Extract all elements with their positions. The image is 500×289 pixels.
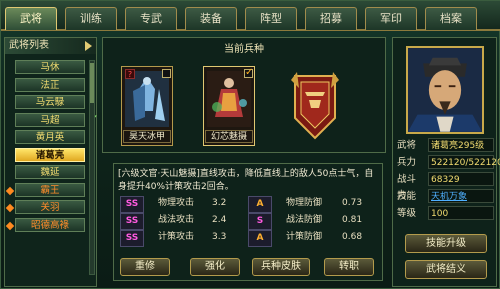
stat-row: SS 物理攻击 3.2 A 物理防御 0.73 — [118, 196, 380, 213]
general-name: 黄月英 — [35, 132, 65, 143]
info-row: 武将 诸葛亮295级 — [395, 138, 495, 154]
tab-training[interactable]: 训练 — [65, 7, 117, 30]
general-list-item[interactable]: 诸葛亮 — [15, 147, 85, 162]
zhuge-liang-portrait — [408, 48, 482, 132]
info-label: 等级 — [397, 208, 417, 219]
general-list-panel: 武将列表 马休法正马云騄马超✔ 黄月英诸葛亮魏延霸王关羽昭德高祿 — [4, 37, 98, 287]
tab-special-weapon[interactable]: 专武 — [125, 7, 177, 30]
job-change-button[interactable]: 转职 — [324, 258, 374, 276]
general-bond-button[interactable]: 武将结义 — [405, 260, 487, 279]
info-value: 100 — [428, 206, 494, 220]
soldier-card-label: 幻芯魅摄 — [205, 130, 253, 143]
tab-army-seal[interactable]: 军印 — [365, 7, 417, 30]
general-name: 昭德高祿 — [30, 219, 69, 231]
soldier-emblem-icon — [291, 72, 339, 140]
general-list-item[interactable]: 马云騄 — [15, 95, 85, 109]
tab-equipment[interactable]: 装备 — [185, 7, 237, 30]
stat-value: 0.73 — [342, 198, 363, 208]
soldier-card-label: 昊天冰甲 — [123, 130, 171, 143]
general-list-item[interactable]: 马超✔ — [15, 112, 98, 127]
stat-value: 0.81 — [342, 215, 363, 225]
current-soldier-title: 当前兵种 — [224, 44, 264, 55]
general-list: 马休法正马云騄马超✔ 黄月英诸葛亮魏延霸王关羽昭德高祿 — [5, 60, 98, 235]
info-row: 等级 100 — [395, 206, 495, 222]
soldier-emblem[interactable] — [289, 66, 341, 146]
soldier-card-2[interactable]: 幻芯魅摄 — [203, 66, 255, 146]
skill-upgrade-button[interactable]: 技能升级 — [405, 234, 487, 253]
info-label: 兵力 — [397, 157, 417, 168]
stat-grade: A — [248, 196, 272, 213]
general-name: 法正 — [40, 79, 60, 91]
stat-value: 0.68 — [342, 232, 363, 242]
general-list-item[interactable]: 黄月英 — [15, 130, 85, 144]
stat-row: SS 战法攻击 2.4 S 战法防御 0.81 — [118, 213, 380, 230]
soldier-stats-panel: [六级文官·天山魅摄]直线攻击，降低直线上的敌人50点士气，自身提升40%计策攻… — [113, 163, 383, 281]
diamond-marker-icon — [5, 203, 15, 213]
info-value: 522120/522120 — [428, 155, 500, 169]
general-name: 马休 — [40, 62, 60, 73]
game-window: 武将 训练 专武 装备 阵型 招募 军印 档案 武将列表 马休法正马云騄马超✔ 黄… — [0, 0, 500, 289]
general-list-item[interactable]: 关羽 — [5, 200, 85, 214]
tab-archive[interactable]: 档案 — [425, 7, 477, 30]
current-soldier-panel: 当前兵种 ? 昊天冰甲 幻芯魅摄 — [102, 37, 386, 153]
soldier-enchant-art — [207, 71, 251, 127]
stat-name: 物理攻击 — [158, 198, 195, 208]
info-value: 诸葛亮295级 — [428, 138, 494, 152]
stat-grade: SS — [120, 196, 144, 213]
stat-grade: S — [248, 213, 272, 230]
tab-formation[interactable]: 阵型 — [245, 7, 297, 30]
stat-name: 计策防御 — [286, 232, 323, 242]
general-info-panel: 武将 诸葛亮295级 兵力 522120/522120 战斗力 68329 技能 天机万象 等级… — [392, 37, 500, 287]
scroll-thumb[interactable] — [90, 63, 94, 103]
strengthen-button[interactable]: 强化 — [190, 258, 240, 276]
tab-bar: 武将 训练 专武 装备 阵型 招募 军印 档案 — [1, 1, 500, 31]
stat-value: 2.4 — [212, 215, 227, 225]
rebuild-button[interactable]: 重修 — [120, 258, 170, 276]
soldier-card-1[interactable]: ? 昊天冰甲 — [121, 66, 173, 146]
general-list-item[interactable]: 马休 — [15, 60, 85, 74]
general-name: 关羽 — [40, 202, 60, 213]
info-value: 68329 — [428, 172, 494, 186]
stat-row: SS 计策攻击 3.3 A 计策防御 0.68 — [118, 230, 380, 247]
general-name: 魏延 — [40, 167, 60, 178]
stat-grade: SS — [120, 230, 144, 247]
info-row: 兵力 522120/522120 — [395, 155, 500, 171]
diamond-marker-icon — [5, 221, 15, 230]
general-list-item[interactable]: 法正 — [15, 77, 85, 92]
stat-grade: A — [248, 230, 272, 247]
general-list-item[interactable]: 昭德高祿 — [5, 217, 85, 232]
stat-name: 战法攻击 — [158, 215, 195, 225]
skill-description: [六级文官·天山魅摄]直线攻击，降低直线上的敌人50点士气，自身提升40%计策攻… — [118, 169, 374, 192]
general-name: 霸王 — [40, 184, 60, 196]
tab-generals[interactable]: 武将 — [5, 7, 57, 30]
general-name: 诸葛亮 — [35, 149, 65, 161]
stat-value: 3.3 — [212, 232, 227, 242]
general-list-item[interactable]: 魏延 — [15, 165, 85, 179]
general-list-item[interactable]: 霸王 — [5, 182, 85, 197]
stat-value: 3.2 — [212, 198, 227, 208]
tab-recruit[interactable]: 招募 — [305, 7, 357, 30]
diamond-marker-icon — [5, 186, 15, 195]
stat-grade: SS — [120, 213, 144, 230]
info-value[interactable]: 天机万象 — [428, 189, 494, 203]
select-checkbox-2[interactable] — [244, 67, 253, 78]
info-row: 技能 天机万象 — [395, 189, 495, 205]
info-label: 武将 — [397, 140, 417, 151]
stat-name: 计策攻击 — [158, 232, 195, 242]
info-label: 技能 — [397, 191, 417, 202]
soldier-skin-button[interactable]: 兵种皮肤 — [252, 258, 310, 276]
general-list-title: 武将列表 — [5, 38, 96, 54]
general-name: 马云騄 — [35, 97, 65, 108]
select-checkbox-1[interactable] — [162, 69, 171, 78]
unknown-mark-icon: ? — [125, 69, 135, 79]
expand-arrow-icon[interactable] — [85, 41, 92, 51]
stat-name: 物理防御 — [286, 198, 323, 208]
general-portrait — [406, 46, 484, 134]
stat-name: 战法防御 — [286, 215, 323, 225]
info-row: 战斗力 68329 — [395, 172, 495, 201]
general-name: 马超 — [40, 114, 60, 126]
general-list-scrollbar[interactable] — [89, 60, 95, 275]
